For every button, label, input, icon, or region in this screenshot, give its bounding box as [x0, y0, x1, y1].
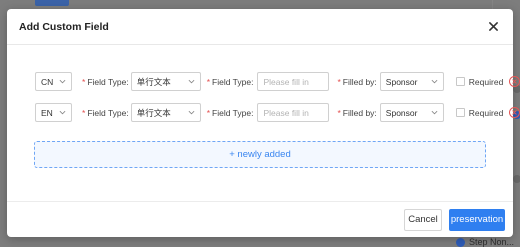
- field-name-label: * Field Type:: [206, 107, 254, 118]
- required-checkbox[interactable]: Required: [455, 107, 504, 118]
- dialog-title: Add Custom Field: [19, 20, 109, 33]
- custom-field-row: CN *Field Type: 单行文本 *Field Type: *Fille…: [35, 71, 520, 92]
- dialog-header: Add Custom Field: [7, 9, 513, 45]
- close-icon: [488, 22, 498, 31]
- field-type-label: * Field Type:: [82, 107, 129, 118]
- filled-by-label: * Filled by:: [337, 76, 377, 87]
- cancel-button[interactable]: Cancel: [404, 208, 442, 231]
- field-type-select[interactable]: 单行文本: [130, 72, 201, 91]
- field-type-select-value: 单行文本: [136, 76, 171, 87]
- add-custom-field-dialog: Add Custom Field CN * Field Type: 单行文本 * F…: [7, 9, 520, 237]
- remove-circle-icon: [512, 79, 517, 84]
- filled-by-label: * Filled by:: [337, 107, 377, 118]
- field-type-select-value: 单行文本: [136, 107, 171, 118]
- field-type-select[interactable]: 单行文本: [130, 103, 201, 122]
- required-label: Required: [468, 76, 504, 87]
- chevron-down-icon: [431, 79, 438, 84]
- step-dot-icon: [456, 237, 465, 247]
- filled-by-select[interactable]: Sponsor: [379, 103, 444, 122]
- remove-circle-icon: [512, 110, 517, 115]
- required-checkbox[interactable]: Required: [455, 76, 504, 87]
- background-step-label: Step Non...: [469, 237, 515, 247]
- language-select-value: EN: [41, 107, 53, 118]
- chevron-down-icon: [431, 110, 438, 115]
- background-step: Step Non...: [456, 237, 514, 247]
- required-checkbox-box[interactable]: [455, 77, 465, 86]
- language-select-value: CN: [41, 76, 54, 87]
- add-field-button[interactable]: + newly added: [34, 141, 486, 168]
- filled-by-select-value: Sponsor: [385, 76, 418, 87]
- save-button[interactable]: preservation: [449, 208, 505, 231]
- language-select[interactable]: CN: [35, 72, 72, 91]
- chevron-down-icon: [188, 110, 195, 115]
- custom-field-row: EN *Field Type: 单行文本 *Field Type: *Fille…: [35, 102, 520, 123]
- required-label: Required: [468, 107, 504, 118]
- dialog-footer: Cancel preservation: [7, 201, 513, 237]
- chevron-down-icon: [59, 110, 66, 115]
- required-checkbox-box[interactable]: [455, 108, 465, 117]
- chevron-down-icon: [59, 79, 66, 84]
- remove-row-button[interactable]: [509, 107, 520, 118]
- filled-by-select-value: Sponsor: [385, 107, 418, 118]
- field-type-label: * Field Type:: [82, 76, 129, 87]
- language-select[interactable]: EN: [35, 103, 72, 122]
- field-name-input[interactable]: [257, 103, 330, 122]
- field-name-input[interactable]: [257, 72, 330, 91]
- remove-row-button[interactable]: [509, 76, 520, 87]
- background-marker: [513, 175, 520, 183]
- field-name-label: * Field Type:: [206, 76, 254, 87]
- background-button: [35, 0, 69, 6]
- chevron-down-icon: [188, 79, 195, 84]
- filled-by-select[interactable]: Sponsor: [379, 72, 444, 91]
- close-button[interactable]: [485, 19, 501, 35]
